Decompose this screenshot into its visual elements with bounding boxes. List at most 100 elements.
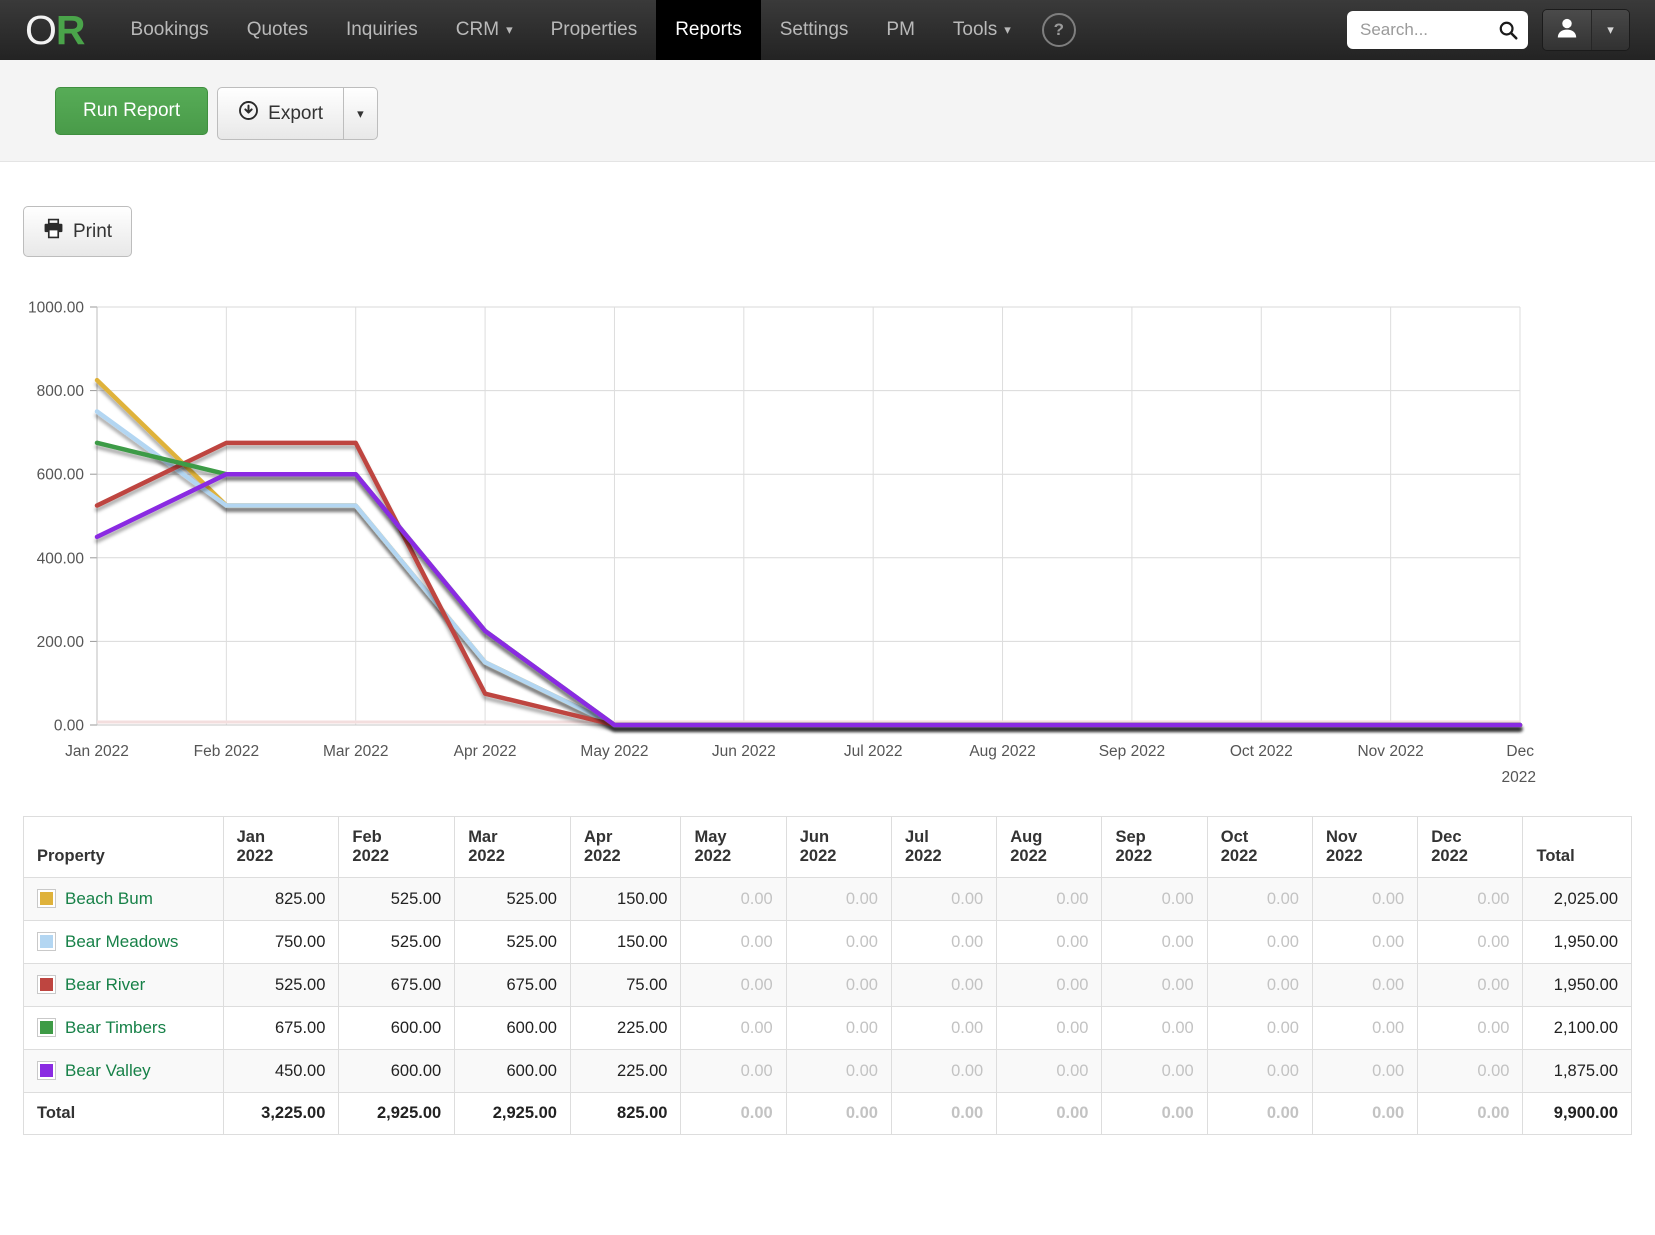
download-circle-icon [238, 100, 259, 127]
printer-icon [43, 218, 64, 245]
month-value-cell: 825.00 [222, 877, 340, 921]
user-menu: ▾ [1542, 9, 1630, 51]
total-month-cell: 2,925.00 [338, 1092, 456, 1135]
property-cell: Bear Meadows [23, 920, 224, 964]
month-value-cell: 600.00 [338, 1049, 456, 1093]
revenue-by-month-chart: 0.00 200.00 400.00 600.00 800.00 1000.00 Jan 2… [23, 293, 1655, 798]
total-month-cell: 0.00 [890, 1092, 998, 1135]
nav-settings[interactable]: Settings [761, 0, 868, 60]
month-value-cell: 0.00 [1311, 963, 1419, 1007]
report-table-wrap: Property Jan 2022 Feb 2022 Mar 2022 Apr 2022… [23, 816, 1632, 1135]
line-chart-canvas: 0.00 200.00 400.00 600.00 800.00 1000.00 Jan 2… [28, 300, 1536, 787]
month-column-header: Aug 2022 [996, 816, 1103, 878]
table-row: Bear Timbers 675.00 600.00 600.00 225.00 0.00… [23, 1006, 1632, 1050]
property-cell: Beach Bum [23, 877, 224, 921]
month-value-cell: 0.00 [1417, 1049, 1524, 1093]
user-button[interactable] [1543, 10, 1591, 50]
export-split-button: Export ▾ [217, 87, 378, 140]
month-value-cell: 0.00 [1206, 920, 1313, 964]
property-link[interactable]: Beach Bum [65, 889, 153, 908]
legend-swatch-icon [37, 1018, 56, 1037]
nav-bookings[interactable]: Bookings [112, 0, 228, 60]
row-total-cell: 2,025.00 [1522, 877, 1632, 921]
export-options-caret[interactable]: ▾ [344, 87, 378, 140]
total-month-cell: 0.00 [1101, 1092, 1208, 1135]
legend-swatch-icon [37, 889, 56, 908]
property-cell: Bear Valley [23, 1049, 224, 1093]
app-logo[interactable]: OR [25, 0, 86, 60]
month-value-cell: 600.00 [338, 1006, 456, 1050]
row-total-cell: 1,875.00 [1522, 1049, 1632, 1093]
month-value-cell: 0.00 [1206, 1049, 1313, 1093]
month-value-cell: 0.00 [1101, 1006, 1208, 1050]
main-nav: Bookings Quotes Inquiries CRM ▾ Propertie… [112, 0, 1076, 60]
chevron-down-icon: ▾ [506, 22, 513, 37]
svg-text:200.00: 200.00 [37, 634, 85, 651]
month-value-cell: 0.00 [785, 920, 892, 964]
chevron-down-icon: ▾ [1607, 22, 1614, 37]
row-total-cell: 2,100.00 [1522, 1006, 1632, 1050]
property-link[interactable]: Bear River [65, 975, 145, 994]
total-month-cell: 0.00 [996, 1092, 1103, 1135]
nav-pm[interactable]: PM [867, 0, 934, 60]
property-cell: Bear River [23, 963, 224, 1007]
month-value-cell: 525.00 [338, 877, 456, 921]
property-link[interactable]: Bear Valley [65, 1061, 151, 1080]
month-value-cell: 0.00 [996, 1049, 1103, 1093]
user-menu-caret[interactable]: ▾ [1591, 10, 1629, 50]
month-value-cell: 0.00 [890, 963, 998, 1007]
svg-text:Oct 2022: Oct 2022 [1230, 743, 1293, 760]
month-value-cell: 0.00 [1101, 963, 1208, 1007]
month-value-cell: 0.00 [1311, 920, 1419, 964]
month-value-cell: 225.00 [569, 1006, 682, 1050]
property-link[interactable]: Bear Meadows [65, 932, 178, 951]
nav-inquiries[interactable]: Inquiries [327, 0, 437, 60]
help-icon[interactable]: ? [1041, 13, 1076, 47]
month-column-header: Feb 2022 [338, 816, 456, 878]
property-link[interactable]: Bear Timbers [65, 1018, 166, 1037]
run-report-button[interactable]: Run Report [55, 87, 209, 135]
month-value-cell: 0.00 [1206, 1006, 1313, 1050]
month-value-cell: 0.00 [1101, 877, 1208, 921]
nav-reports[interactable]: Reports [656, 0, 761, 60]
month-value-cell: 0.00 [1311, 1049, 1419, 1093]
month-column-header: Dec 2022 [1417, 816, 1524, 878]
print-button[interactable]: Print [23, 206, 133, 257]
nav-tools[interactable]: Tools ▾ [934, 0, 1030, 60]
month-value-cell: 0.00 [785, 1006, 892, 1050]
total-column-header: Total [1522, 816, 1632, 878]
logo-letter-o: O [25, 7, 57, 53]
month-value-cell: 0.00 [680, 877, 787, 921]
search-icon[interactable] [1497, 19, 1519, 46]
export-button[interactable]: Export [217, 87, 345, 140]
month-value-cell: 225.00 [569, 1049, 682, 1093]
nav-crm[interactable]: CRM ▾ [437, 0, 532, 60]
svg-text:Apr 2022: Apr 2022 [454, 743, 517, 760]
total-month-cell: 0.00 [680, 1092, 787, 1135]
svg-text:Sep 2022: Sep 2022 [1099, 743, 1165, 760]
month-value-cell: 0.00 [996, 877, 1103, 921]
month-value-cell: 0.00 [1311, 877, 1419, 921]
nav-properties[interactable]: Properties [532, 0, 657, 60]
legend-swatch-icon [37, 1061, 56, 1080]
table-row: Beach Bum 825.00 525.00 525.00 150.00 0.00 0.0… [23, 877, 1632, 921]
property-month-table: Property Jan 2022 Feb 2022 Mar 2022 Apr 2022… [23, 816, 1632, 1135]
month-value-cell: 0.00 [680, 1006, 787, 1050]
month-value-cell: 0.00 [785, 963, 892, 1007]
month-column-header: Mar 2022 [454, 816, 571, 878]
month-value-cell: 0.00 [1206, 963, 1313, 1007]
month-value-cell: 675.00 [222, 1006, 340, 1050]
property-cell: Bear Timbers [23, 1006, 224, 1050]
table-header-row: Property Jan 2022 Feb 2022 Mar 2022 Apr 2022… [23, 816, 1632, 878]
month-value-cell: 525.00 [222, 963, 340, 1007]
row-total-cell: 1,950.00 [1522, 920, 1632, 964]
svg-text:Mar 2022: Mar 2022 [323, 743, 388, 760]
month-value-cell: 0.00 [1101, 920, 1208, 964]
logo-letter-r: R [55, 7, 86, 53]
month-value-cell: 0.00 [680, 920, 787, 964]
month-value-cell: 0.00 [1417, 963, 1524, 1007]
svg-text:2022: 2022 [1502, 769, 1536, 786]
top-navbar: OR Bookings Quotes Inquiries CRM ▾ Proper… [0, 0, 1655, 60]
nav-quotes[interactable]: Quotes [228, 0, 327, 60]
month-value-cell: 675.00 [338, 963, 456, 1007]
